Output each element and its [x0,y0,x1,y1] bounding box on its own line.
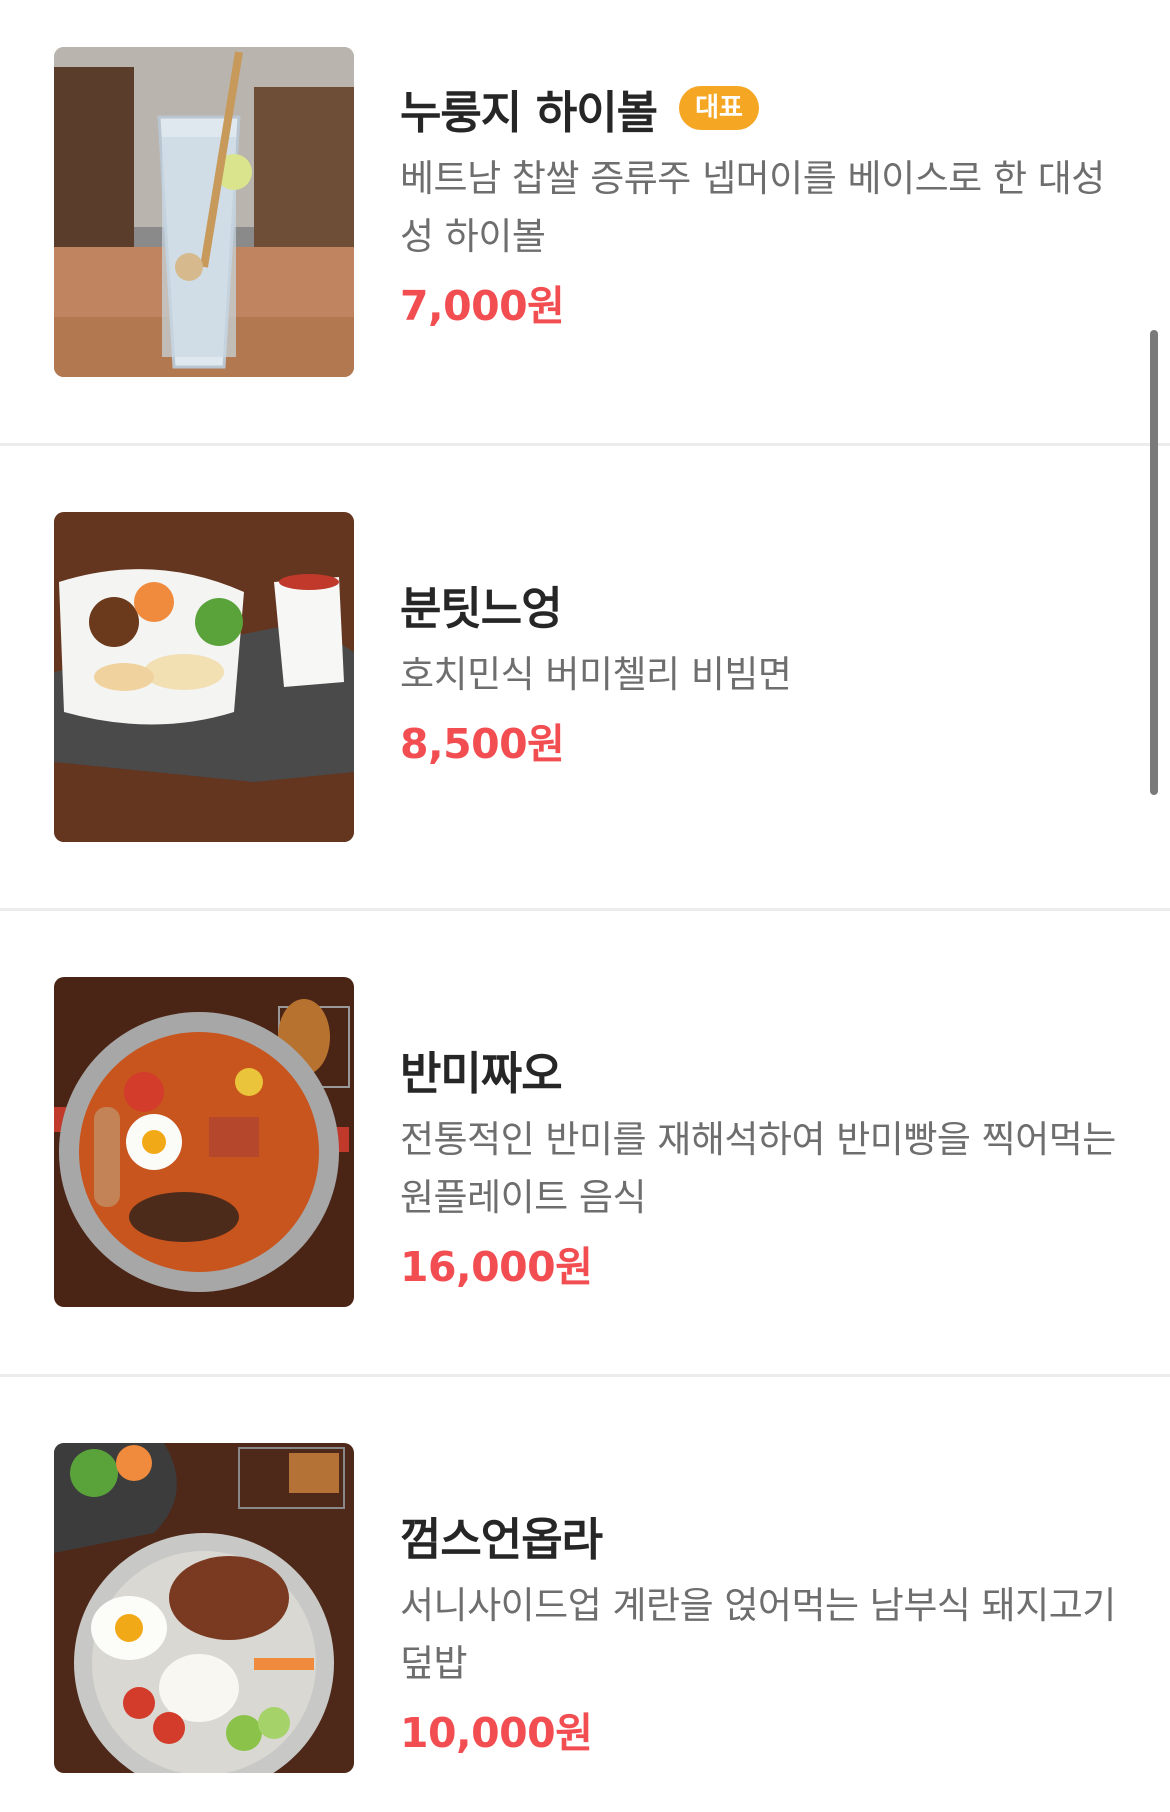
menu-item-photo [54,47,354,377]
menu-item-info: 껌스언옵라 서니사이드업 계란을 얹어먹는 남부식 돼지고기 덮밥 10,000… [400,1507,1120,1759]
menu-item-info: 분팃느엉 호치민식 버미첼리 비빔면 8,500원 [400,576,1120,770]
menu-item-price: 10,000원 [400,1709,593,1757]
menu-item-price: 7,000원 [400,282,565,330]
menu-item-price: 16,000원 [400,1243,593,1291]
menu-item-photo [54,977,354,1307]
signature-badge: 대표 [679,86,759,130]
menu-list: 누룽지 하이볼 대표 베트남 찹쌀 증류주 넵머이를 베이스로 한 대성성 하이… [0,0,1170,1812]
menu-item-name: 반미짜오 [400,1046,563,1100]
menu-item-description: 호치민식 버미첼리 비빔면 [400,653,792,696]
menu-item-price: 8,500원 [400,720,565,768]
menu-item[interactable]: 껌스언옵라 서니사이드업 계란을 얹어먹는 남부식 돼지고기 덮밥 10,000… [0,1377,1170,1812]
scrollbar[interactable] [1150,330,1158,795]
menu-item-description: 전통적인 반미를 재해석하여 반미빵을 찍어먹는 원플레이트 음식 [400,1118,1116,1219]
menu-item[interactable]: 누룽지 하이볼 대표 베트남 찹쌀 증류주 넵머이를 베이스로 한 대성성 하이… [0,0,1170,445]
menu-item-name: 껌스언옵라 [400,1512,603,1566]
menu-item-photo [54,1443,354,1773]
menu-item[interactable]: 반미짜오 전통적인 반미를 재해석하여 반미빵을 찍어먹는 원플레이트 음식 1… [0,911,1170,1375]
menu-item-name: 누룽지 하이볼 [400,85,658,139]
menu-item-photo [54,512,354,842]
menu-item-info: 반미짜오 전통적인 반미를 재해석하여 반미빵을 찍어먹는 원플레이트 음식 1… [400,1041,1120,1293]
menu-item-description: 베트남 찹쌀 증류주 넵머이를 베이스로 한 대성성 하이볼 [400,157,1105,258]
menu-item-description: 서니사이드업 계란을 얹어먹는 남부식 돼지고기 덮밥 [400,1584,1116,1685]
menu-item-name: 분팃느엉 [400,581,563,635]
menu-item[interactable]: 분팃느엉 호치민식 버미첼리 비빔면 8,500원 [0,446,1170,910]
menu-item-info: 누룽지 하이볼 대표 베트남 찹쌀 증류주 넵머이를 베이스로 한 대성성 하이… [400,80,1120,332]
